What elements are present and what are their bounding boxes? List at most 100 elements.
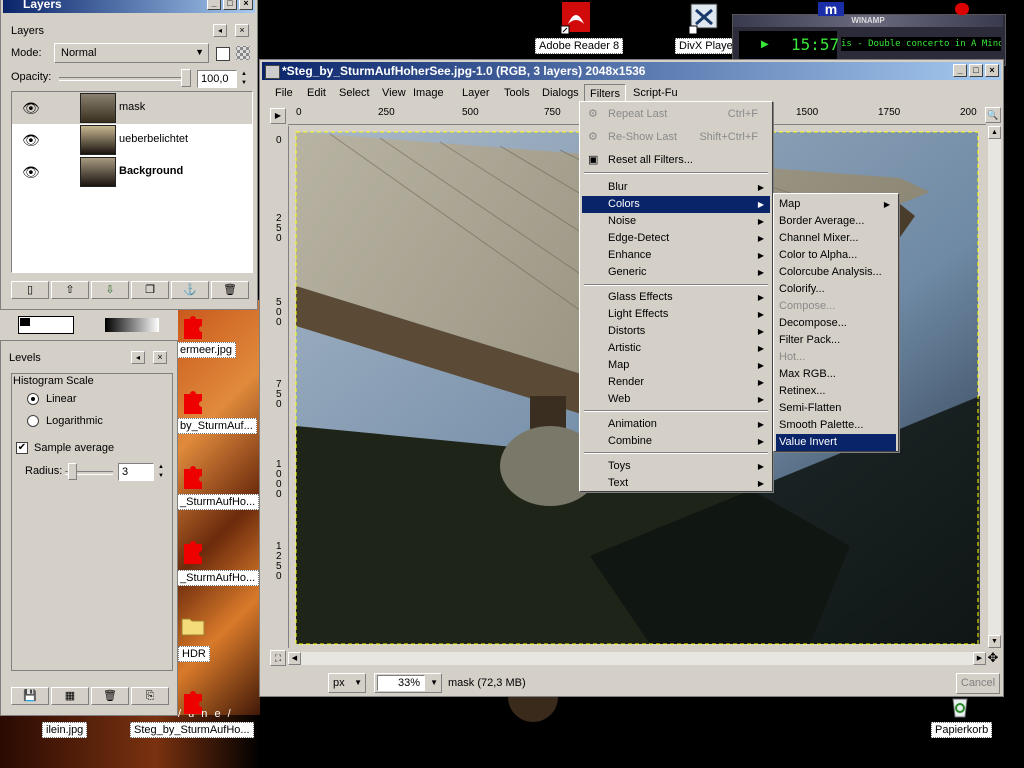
colors-menu-item-channel-mixer[interactable]: Channel Mixer...	[776, 230, 896, 247]
radius-input[interactable]: 3	[118, 463, 154, 481]
menu-file[interactable]: File	[270, 84, 298, 102]
desktop-icon-label[interactable]: ermeer.jpg	[176, 342, 236, 358]
linear-radio[interactable]	[27, 393, 39, 405]
filters-menu-item-re-show-last[interactable]: Re-Show Last ⚙ Shift+Ctrl+F	[582, 129, 770, 146]
scroll-down-arrow-icon[interactable]: ▼	[988, 635, 1001, 648]
colors-menu-item-map[interactable]: Map ▶	[776, 196, 896, 213]
panel-menu-arrow-icon[interactable]: ◂	[131, 351, 145, 364]
menu-select[interactable]: Select	[334, 84, 375, 102]
zoom-magnifier-icon[interactable]: 🔍	[985, 107, 1001, 123]
layer-row[interactable]: 👁 ueberbelichtet	[12, 124, 252, 156]
scroll-up-arrow-icon[interactable]: ▲	[988, 126, 1001, 139]
filters-menu-item-generic[interactable]: Generic ▶	[582, 264, 770, 281]
eye-visibility-icon[interactable]: 👁	[22, 132, 40, 149]
filters-menu-item-reset-all-filters[interactable]: Reset all Filters... ▣	[582, 152, 770, 169]
tray-m-icon[interactable]: m	[818, 2, 844, 16]
filters-menu-item-colors[interactable]: Colors ▶	[582, 196, 770, 213]
opacity-slider-track[interactable]	[59, 77, 191, 81]
layer-row[interactable]: 👁 mask	[12, 92, 252, 124]
filters-menu-item-text[interactable]: Text ▶	[582, 475, 770, 492]
colors-menu-item-semi-flatten[interactable]: Semi-Flatten	[776, 400, 896, 417]
fg-color-swatch[interactable]	[20, 318, 30, 326]
puzzle-file-icon[interactable]	[180, 388, 206, 414]
new-layer-button[interactable]: ▯	[11, 281, 49, 299]
colors-menu-item-decompose[interactable]: Decompose...	[776, 315, 896, 332]
quick-mask-menu-arrow-icon[interactable]: ▶	[270, 108, 286, 124]
maximize-button[interactable]: □	[223, 0, 237, 10]
close-button[interactable]: ×	[985, 64, 999, 77]
filters-menu-item-light-effects[interactable]: Light Effects ▶	[582, 306, 770, 323]
menu-filters[interactable]: Filters	[584, 84, 626, 102]
layer-row[interactable]: 👁 Background	[12, 156, 252, 188]
menu-dialogs[interactable]: Dialogs	[537, 84, 584, 102]
filters-menu-item-noise[interactable]: Noise ▶	[582, 213, 770, 230]
colors-menu-item-max-rgb[interactable]: Max RGB...	[776, 366, 896, 383]
radius-spin-buttons[interactable]: ▲ ▼	[155, 463, 167, 481]
filters-menu-item-combine[interactable]: Combine ▶	[582, 433, 770, 450]
colors-menu-item-filter-pack[interactable]: Filter Pack...	[776, 332, 896, 349]
radius-slider-handle[interactable]	[68, 463, 77, 480]
divx-label[interactable]: DivX Player	[675, 38, 741, 54]
colors-menu-item-color-to-alpha[interactable]: Color to Alpha...	[776, 247, 896, 264]
duplicate-layer-button[interactable]: ❐	[131, 281, 169, 299]
eye-visibility-icon[interactable]: 👁	[22, 100, 40, 117]
menu-image[interactable]: Image	[408, 84, 449, 102]
desktop-icon-label[interactable]: _SturmAufHo...	[176, 494, 260, 510]
mode-select[interactable]: Normal ▼	[54, 43, 209, 63]
layers-window-titlebar[interactable]: Layers _ □ ×	[3, 0, 255, 13]
filters-menu-item-render[interactable]: Render ▶	[582, 374, 770, 391]
close-button[interactable]: ×	[239, 0, 253, 10]
desktop-icon-label[interactable]: _SturmAufHo...	[176, 570, 260, 586]
filters-menu-item-map[interactable]: Map ▶	[582, 357, 770, 374]
transparency-lock-icon[interactable]	[236, 46, 250, 60]
filters-menu-item-glass-effects[interactable]: Glass Effects ▶	[582, 289, 770, 306]
puzzle-file-icon[interactable]	[180, 538, 206, 564]
colors-menu-item-retinex[interactable]: Retinex...	[776, 383, 896, 400]
preserve-transparency-checkbox[interactable]	[216, 47, 230, 61]
opacity-input[interactable]: 100,0	[197, 70, 237, 88]
scroll-left-arrow-icon[interactable]: ◀	[288, 652, 301, 665]
divx-desktop-icon[interactable]	[688, 2, 720, 35]
zoom-value[interactable]: 33%	[377, 675, 425, 691]
reset-settings-button[interactable]: ⎘	[131, 687, 169, 705]
adobe-reader-desktop-icon[interactable]	[560, 2, 592, 35]
gradient-swatch[interactable]	[105, 318, 159, 332]
maximize-button[interactable]: □	[969, 64, 983, 77]
filters-menu-item-animation[interactable]: Animation ▶	[582, 416, 770, 433]
sample-average-checkbox[interactable]: ✔	[16, 442, 28, 454]
panel-menu-arrow-icon[interactable]: ◂	[213, 24, 227, 37]
colors-menu-item-colorcube-analysis[interactable]: Colorcube Analysis...	[776, 264, 896, 281]
delete-layer-button[interactable]: 🗑	[211, 281, 249, 299]
minimize-button[interactable]: _	[207, 0, 221, 10]
recycle-bin-label[interactable]: Papierkorb	[931, 722, 993, 738]
navigate-corner-icon[interactable]: ⛶	[270, 650, 286, 666]
desktop-icon-label[interactable]: by_SturmAuf...	[176, 418, 257, 434]
horizontal-scrollbar[interactable]: ◀ ▶	[288, 652, 986, 665]
minimize-button[interactable]: _	[953, 64, 967, 77]
adobe-reader-label[interactable]: Adobe Reader 8	[535, 38, 624, 54]
save-settings-button[interactable]: 💾	[11, 687, 49, 705]
colors-menu-item-compose[interactable]: Compose...	[776, 298, 896, 315]
panel-close-icon[interactable]: ×	[153, 351, 167, 364]
filters-menu-item-repeat-last[interactable]: Repeat Last ⚙ Ctrl+F	[582, 106, 770, 123]
hdr-folder-label[interactable]: HDR	[178, 646, 210, 662]
filters-menu-item-toys[interactable]: Toys ▶	[582, 458, 770, 475]
vertical-scrollbar[interactable]: ▲ ▼	[988, 126, 1001, 648]
panel-close-icon[interactable]: ×	[235, 24, 249, 37]
puzzle-file-icon[interactable]	[180, 313, 206, 339]
opacity-slider-handle[interactable]	[181, 69, 191, 87]
filters-menu-item-web[interactable]: Web ▶	[582, 391, 770, 408]
logarithmic-radio[interactable]	[27, 415, 39, 427]
move-navigation-icon[interactable]: ✥	[985, 650, 1001, 666]
unit-select[interactable]: px ▼	[328, 673, 366, 693]
colors-menu-item-hot[interactable]: Hot...	[776, 349, 896, 366]
menu-edit[interactable]: Edit	[302, 84, 331, 102]
lower-layer-button[interactable]: ⇩	[91, 281, 129, 299]
filters-menu-item-edge-detect[interactable]: Edge-Detect ▶	[582, 230, 770, 247]
menu-layer[interactable]: Layer	[457, 84, 495, 102]
zoom-select[interactable]: 33% ▼	[374, 673, 442, 693]
colors-menu-item-colorify[interactable]: Colorify...	[776, 281, 896, 298]
opacity-spin-buttons[interactable]: ▲ ▼	[238, 70, 250, 88]
cancel-button[interactable]: Cancel	[956, 673, 1000, 694]
desktop-icon-label[interactable]: Steg_by_SturmAufHo...	[130, 722, 254, 738]
